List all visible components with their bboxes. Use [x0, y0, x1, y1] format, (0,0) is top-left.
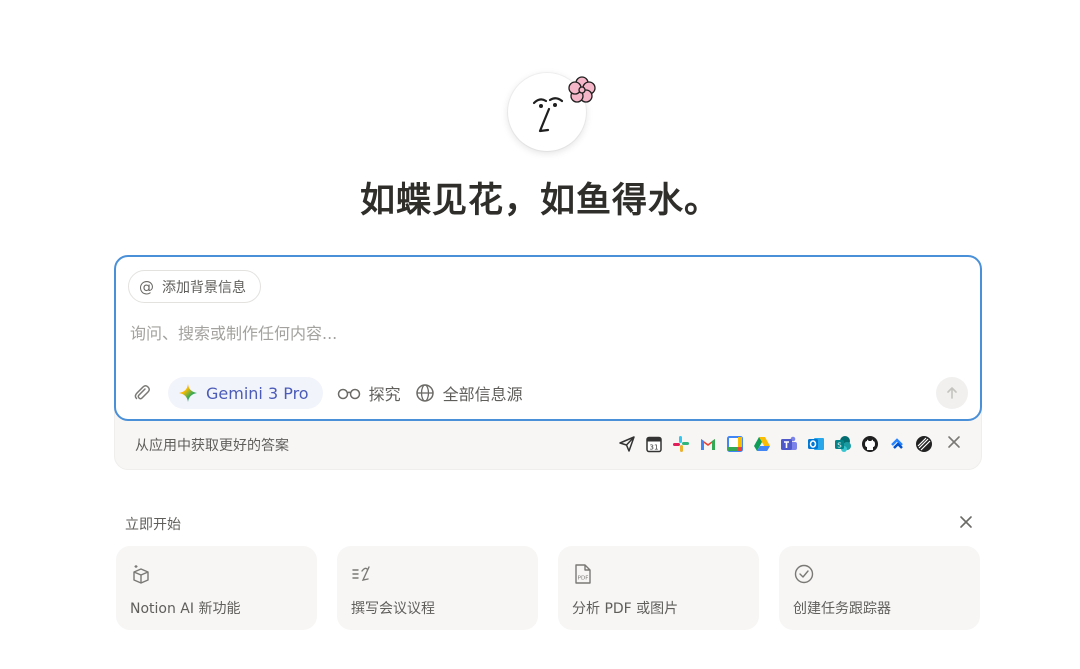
add-context-button[interactable]: @ 添加背景信息 — [128, 270, 261, 303]
send-icon[interactable] — [617, 434, 637, 454]
github-icon[interactable] — [860, 434, 880, 454]
sharepoint-icon[interactable]: S — [833, 434, 853, 454]
jira-icon[interactable] — [887, 434, 907, 454]
check-circle-icon — [794, 564, 814, 584]
glasses-icon — [337, 388, 360, 400]
page-headline: 如蝶见花，如鱼得水。 — [359, 181, 720, 221]
prompt-input[interactable] — [130, 321, 950, 345]
sources-button[interactable]: 全部信息源 — [415, 377, 523, 409]
svg-text:PDF: PDF — [578, 576, 589, 582]
gemini-sparkle-icon — [179, 384, 197, 402]
box-sparkle-icon — [133, 565, 149, 584]
composer-toolbar: Gemini 3 Pro 探究 全部信息源 — [130, 377, 523, 409]
slack-icon[interactable] — [671, 434, 691, 454]
arrow-up-icon — [947, 387, 957, 399]
card-notion-ai-features[interactable]: Notion AI 新功能 — [116, 546, 317, 630]
google-calendar-icon[interactable] — [725, 434, 745, 454]
card-label: 分析 PDF 或图片 — [572, 601, 679, 617]
quick-start-title: 立即开始 — [125, 517, 181, 533]
app-icons-row: 31 S — [617, 434, 934, 454]
paperclip-icon[interactable] — [130, 381, 154, 405]
quick-start-cards: Notion AI 新功能 撰写会议议程 PDF 分析 PDF 或图片 创建任务… — [116, 546, 980, 630]
close-icon[interactable] — [945, 433, 963, 451]
send-button[interactable] — [936, 377, 968, 409]
close-icon[interactable] — [957, 513, 975, 531]
card-task-tracker[interactable]: 创建任务跟踪器 — [779, 546, 980, 630]
card-label: Notion AI 新功能 — [130, 601, 241, 617]
explore-button[interactable]: 探究 — [337, 377, 401, 409]
model-label: Gemini 3 Pro — [206, 383, 309, 403]
connect-apps-label[interactable]: 从应用中获取更好的答案 — [135, 435, 289, 455]
card-label: 创建任务跟踪器 — [793, 601, 891, 617]
at-icon: @ — [139, 277, 154, 296]
card-label: 撰写会议议程 — [351, 601, 435, 617]
linear-icon[interactable] — [914, 434, 934, 454]
face-flower-icon — [532, 76, 596, 133]
teams-icon[interactable] — [779, 434, 799, 454]
outlook-icon[interactable] — [806, 434, 826, 454]
ai-composer: @ 添加背景信息 Gemini 3 Pro 探究 全部信息源 — [114, 255, 982, 421]
sources-label: 全部信息源 — [442, 385, 523, 404]
svg-text:31: 31 — [650, 444, 659, 452]
model-selector[interactable]: Gemini 3 Pro — [168, 377, 323, 409]
add-context-label: 添加背景信息 — [162, 279, 246, 296]
svg-text:S: S — [837, 442, 842, 450]
calendar-icon[interactable]: 31 — [644, 434, 664, 454]
globe-icon — [415, 384, 434, 402]
meeting-notes-icon — [352, 566, 370, 581]
gmail-icon[interactable] — [698, 434, 718, 454]
card-meeting-agenda[interactable]: 撰写会议议程 — [337, 546, 538, 630]
pdf-file-icon: PDF — [575, 564, 591, 584]
card-analyze-pdf[interactable]: PDF 分析 PDF 或图片 — [558, 546, 759, 630]
explore-label: 探究 — [368, 385, 401, 404]
notion-ai-avatar — [508, 73, 596, 151]
google-drive-icon[interactable] — [752, 434, 772, 454]
